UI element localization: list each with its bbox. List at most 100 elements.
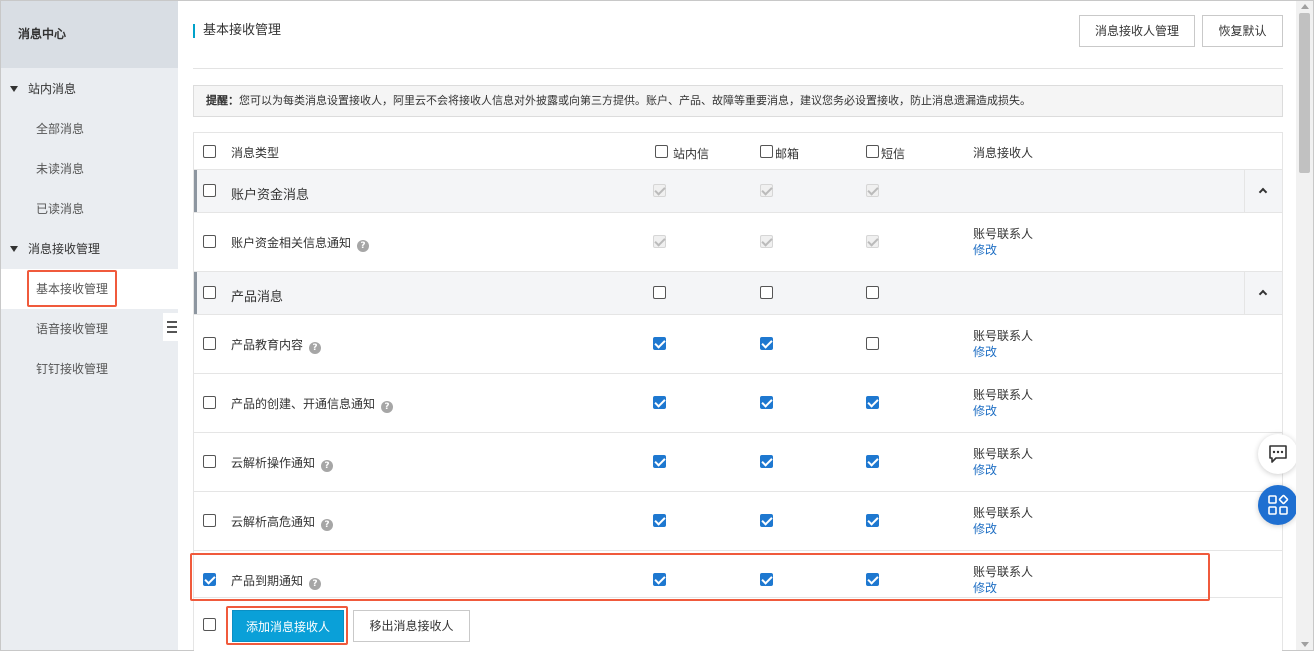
row-checkbox[interactable] (203, 455, 216, 468)
sidebar-item-voice-receive[interactable]: 语音接收管理 (1, 309, 178, 349)
question-circle-icon[interactable]: ? (309, 342, 322, 354)
notice-banner: 提醒：您可以为每类消息设置接收人，阿里云不会将接收人信息对外披露或向第三方提供。… (193, 85, 1283, 117)
edit-receiver-link[interactable]: 修改 (973, 521, 1033, 537)
edit-receiver-link[interactable]: 修改 (973, 462, 1033, 478)
header-site-checkbox[interactable] (655, 145, 668, 158)
select-all-footer-checkbox[interactable] (203, 618, 216, 631)
highlight-box-row (190, 553, 1210, 601)
chat-icon[interactable] (1258, 434, 1298, 474)
select-all-checkbox[interactable] (203, 145, 216, 158)
collapse-group-button[interactable] (1244, 170, 1282, 212)
row-checkbox[interactable] (203, 337, 216, 350)
scrollbar-thumb[interactable] (1299, 13, 1310, 173)
receiver-cell: 账号联系人 修改 (973, 505, 1033, 537)
sidebar-item-basic-receive[interactable]: 基本接收管理 (1, 269, 178, 309)
email-checkbox[interactable] (760, 455, 773, 468)
sidebar: 消息中心 站内消息 全部消息 未读消息 已读消息 消息接收管理 基本接收管理 语… (1, 1, 178, 650)
apps-icon[interactable] (1258, 485, 1298, 525)
sidebar-item-read-messages[interactable]: 已读消息 (1, 189, 178, 229)
header-email-checkbox[interactable] (760, 145, 773, 158)
remove-receiver-button[interactable]: 移出消息接收人 (353, 610, 470, 642)
table-group-row: 产品消息 (194, 272, 1282, 315)
restore-default-button[interactable]: 恢复默认 (1202, 15, 1283, 47)
message-type-name: 云解析操作通知? (231, 454, 334, 472)
table-row: 云解析高危通知? 账号联系人 修改 (194, 492, 1282, 551)
edit-receiver-link[interactable]: 修改 (973, 403, 1033, 419)
highlight-box (27, 270, 117, 307)
sidebar-item-label: 语音接收管理 (36, 322, 109, 336)
receiver-name: 账号联系人 (973, 329, 1034, 343)
message-type-name: 云解析高危通知? (231, 513, 334, 531)
table-group-row: 账户资金消息 (194, 170, 1282, 213)
email-checkbox[interactable] (760, 337, 773, 350)
page-title: 基本接收管理 (193, 23, 281, 39)
vertical-scrollbar[interactable] (1296, 1, 1313, 650)
header-sms-checkbox[interactable] (866, 145, 879, 158)
email-checkbox (760, 235, 773, 248)
sidebar-group-receive-management[interactable]: 消息接收管理 (1, 229, 178, 269)
table-row: 账户资金相关信息通知? 账号联系人 修改 (194, 213, 1282, 272)
message-type-name: 产品的创建、开通信息通知? (231, 395, 394, 413)
sidebar-item-label: 未读消息 (36, 162, 85, 176)
sidebar-group-label: 消息接收管理 (28, 242, 101, 256)
edit-receiver-link[interactable]: 修改 (973, 242, 1033, 258)
chevron-up-icon (1258, 289, 1268, 299)
chevron-up-icon (1258, 187, 1268, 197)
site-checkbox[interactable] (653, 514, 666, 527)
sidebar-item-all-messages[interactable]: 全部消息 (1, 109, 178, 149)
site-checkbox[interactable] (653, 286, 666, 299)
sms-checkbox[interactable] (866, 286, 879, 299)
table-row: 产品教育内容? 账号联系人 修改 (194, 315, 1282, 374)
email-checkbox[interactable] (760, 514, 773, 527)
sidebar-group-site-messages[interactable]: 站内消息 (1, 69, 178, 109)
sidebar-title: 消息中心 (1, 1, 178, 68)
site-checkbox[interactable] (653, 455, 666, 468)
site-checkbox[interactable] (653, 337, 666, 350)
receiver-name: 账号联系人 (973, 506, 1034, 520)
sms-checkbox[interactable] (866, 514, 879, 527)
question-circle-icon[interactable]: ? (321, 519, 334, 531)
sms-checkbox[interactable] (866, 455, 879, 468)
row-checkbox[interactable] (203, 396, 216, 409)
receiver-cell: 账号联系人 修改 (973, 226, 1033, 258)
sms-checkbox[interactable] (866, 396, 879, 409)
sidebar-collapse-icon[interactable] (163, 313, 179, 341)
main-content: 基本接收管理 消息接收人管理 恢复默认 提醒：您可以为每类消息设置接收人，阿里云… (178, 1, 1296, 651)
question-circle-icon[interactable]: ? (321, 460, 334, 472)
question-circle-icon[interactable]: ? (381, 401, 394, 413)
group-name: 产品消息 (231, 290, 284, 305)
message-type-name: 账户资金相关信息通知? (231, 234, 370, 252)
email-checkbox[interactable] (760, 286, 773, 299)
site-checkbox (653, 184, 666, 197)
divider (193, 68, 1283, 69)
receiver-name: 账号联系人 (973, 388, 1034, 402)
email-checkbox[interactable] (760, 396, 773, 409)
highlight-box-add-button (226, 606, 348, 645)
header-message-type: 消息类型 (231, 146, 280, 160)
row-checkbox[interactable] (203, 184, 216, 197)
sms-checkbox (866, 235, 879, 248)
header-receiver: 消息接收人 (973, 146, 1034, 160)
header-site: 站内信 (673, 147, 710, 161)
sms-checkbox (866, 184, 879, 197)
collapse-group-button[interactable] (1244, 272, 1282, 314)
sidebar-group-label: 站内消息 (28, 82, 77, 96)
scroll-up-icon[interactable] (1301, 4, 1309, 9)
site-checkbox (653, 235, 666, 248)
question-circle-icon[interactable]: ? (357, 240, 370, 252)
table-footer: 添加消息接收人 移出消息接收人 (194, 598, 1282, 651)
sidebar-item-dingtalk-receive[interactable]: 钉钉接收管理 (1, 349, 178, 389)
sidebar-item-unread-messages[interactable]: 未读消息 (1, 149, 178, 189)
sidebar-item-label: 全部消息 (36, 122, 85, 136)
notice-text: 您可以为每类消息设置接收人，阿里云不会将接收人信息对外披露或向第三方提供。账户、… (239, 94, 1031, 107)
site-checkbox[interactable] (653, 396, 666, 409)
row-checkbox[interactable] (203, 235, 216, 248)
receiver-management-button[interactable]: 消息接收人管理 (1079, 15, 1195, 47)
row-checkbox[interactable] (203, 286, 216, 299)
header-sms: 短信 (881, 147, 906, 161)
scroll-down-icon[interactable] (1301, 642, 1309, 647)
sms-checkbox[interactable] (866, 337, 879, 350)
edit-receiver-link[interactable]: 修改 (973, 344, 1033, 360)
receiver-cell: 账号联系人 修改 (973, 328, 1033, 360)
row-checkbox[interactable] (203, 514, 216, 527)
